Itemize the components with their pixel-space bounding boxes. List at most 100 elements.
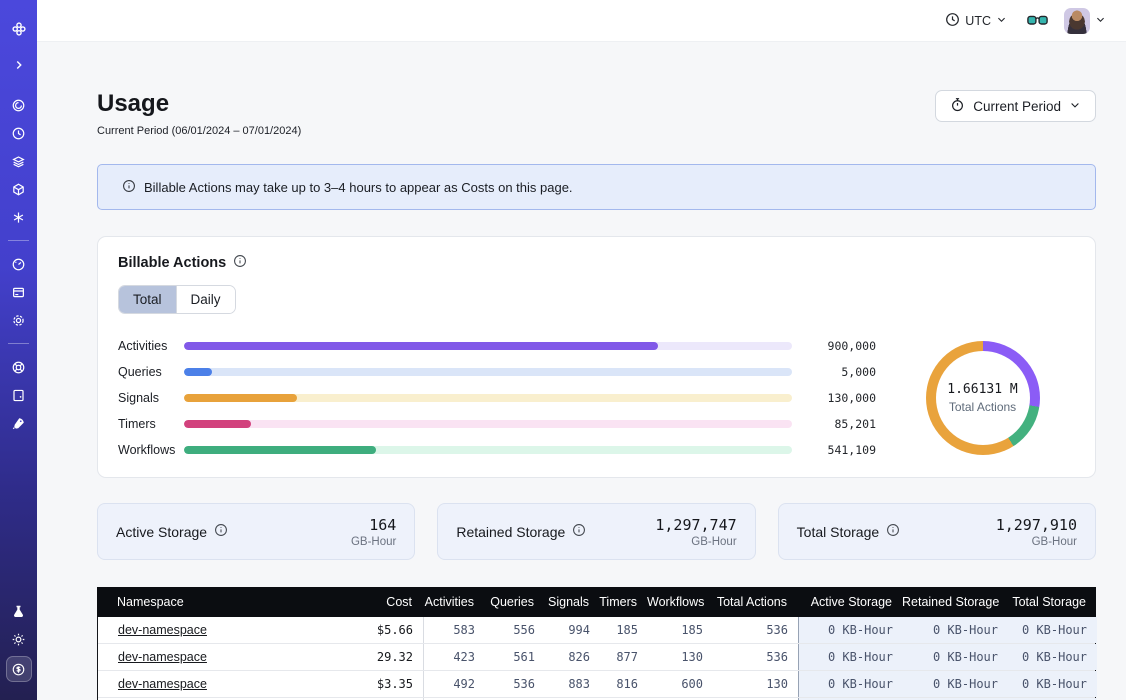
retained-storage-unit: GB-Hour [655, 536, 736, 548]
active-storage-unit: GB-Hour [351, 536, 396, 548]
bar-value: 900,000 [806, 339, 876, 353]
sidebar [0, 0, 37, 700]
table-header: Namespace Cost Activities Queries Signal… [97, 587, 1096, 617]
chevron-down-icon [996, 14, 1007, 28]
retained-storage-card: Retained Storage 1,297,747 GB-Hour [437, 503, 755, 560]
signals-cell: 826 [545, 644, 600, 670]
col-workflows: Workflows [647, 595, 712, 609]
tab-total[interactable]: Total [119, 286, 176, 313]
active-storage-cell: 0 KB-Hour [798, 671, 903, 697]
chevron-down-icon [1069, 99, 1081, 114]
active-storage-value: 164 [351, 516, 396, 534]
page-title: Usage [97, 90, 301, 118]
getting-started-icon[interactable] [8, 412, 30, 434]
info-icon[interactable] [886, 523, 900, 540]
timers-bar [184, 420, 792, 428]
nexus-icon[interactable] [8, 206, 30, 228]
retained-storage-cell: 0 KB-Hour [903, 617, 1008, 643]
retained-storage-label: Retained Storage [456, 524, 565, 540]
total-storage-label: Total Storage [797, 524, 880, 540]
avatar [1064, 8, 1090, 34]
active-storage-card: Active Storage 164 GB-Hour [97, 503, 415, 560]
bar-value: 85,201 [806, 417, 876, 431]
col-total-storage: Total Storage [1007, 595, 1096, 609]
timers-cell: 816 [600, 671, 648, 697]
table-row: dev-namespace $5.66 583 556 994 185 185 … [98, 617, 1095, 644]
namespace-usage-table: Namespace Cost Activities Queries Signal… [97, 587, 1096, 700]
bar-row-activities: Activities 900,000 [118, 333, 876, 359]
namespace-link[interactable]: dev-namespace [118, 623, 207, 637]
total-storage-unit: GB-Hour [996, 536, 1077, 548]
info-icon[interactable] [572, 523, 586, 540]
currency-icon[interactable] [6, 656, 32, 682]
namespace-link[interactable]: dev-namespace [118, 650, 207, 664]
total-actions-cell: 130 [713, 671, 798, 697]
workflows-cell: 185 [648, 617, 713, 643]
queries-bar [184, 368, 792, 376]
period-selector-button[interactable]: Current Period [935, 90, 1096, 122]
bar-value: 541,109 [806, 443, 876, 457]
billing-icon[interactable] [8, 281, 30, 303]
support-icon[interactable] [8, 356, 30, 378]
activities-cell: 423 [423, 644, 485, 670]
timezone-picker[interactable]: UTC [945, 12, 1007, 30]
theme-icon[interactable] [8, 628, 30, 650]
clock-icon [945, 12, 960, 30]
stack-icon[interactable] [8, 150, 30, 172]
labs-icon[interactable] [8, 600, 30, 622]
signals-cell: 883 [545, 671, 600, 697]
bar-row-workflows: Workflows 541,109 [118, 437, 876, 463]
account-menu[interactable] [1064, 8, 1106, 34]
total-actions-donut: 1.66131 M Total Actions [926, 341, 1040, 455]
retained-storage-cell: 0 KB-Hour [903, 671, 1008, 697]
col-signals: Signals [544, 595, 599, 609]
incognito-glasses-icon[interactable] [1027, 13, 1048, 28]
deployments-icon[interactable] [8, 178, 30, 200]
workflows-cell: 600 [648, 671, 713, 697]
settings-icon[interactable] [8, 309, 30, 331]
billable-actions-info-banner: Billable Actions may take up to 3–4 hour… [97, 164, 1096, 210]
info-icon[interactable] [233, 254, 247, 272]
retained-storage-cell: 0 KB-Hour [903, 644, 1008, 670]
total-actions-label: Total Actions [949, 400, 1016, 414]
bar-row-signals: Signals 130,000 [118, 385, 876, 411]
cost-cell: 29.32 [323, 644, 423, 670]
total-actions-value: 1.66131 M [947, 382, 1017, 397]
queries-cell: 561 [485, 644, 545, 670]
bar-label: Activities [118, 339, 184, 353]
billable-actions-title: Billable Actions [118, 255, 226, 271]
signals-bar [184, 394, 792, 402]
signals-cell: 994 [545, 617, 600, 643]
billable-actions-bar-chart: Activities 900,000 Queries 5,000 Signals… [118, 333, 890, 463]
bar-label: Workflows [118, 443, 184, 457]
timers-cell: 877 [600, 644, 648, 670]
period-subtitle: Current Period (06/01/2024 – 07/01/2024) [97, 125, 301, 137]
table-row: dev-namespace $3.35 492 536 883 816 600 … [98, 671, 1095, 698]
col-retained-storage: Retained Storage [902, 595, 1007, 609]
tab-daily[interactable]: Daily [176, 286, 235, 313]
total-actions-cell: 536 [713, 617, 798, 643]
info-icon[interactable] [214, 523, 228, 540]
col-cost: Cost [322, 595, 422, 609]
period-selector-label: Current Period [973, 99, 1061, 114]
col-activities: Activities [422, 595, 484, 609]
col-timers: Timers [599, 595, 647, 609]
main-content: Usage Current Period (06/01/2024 – 07/01… [37, 42, 1126, 700]
usage-icon[interactable] [8, 253, 30, 275]
total-storage-cell: 0 KB-Hour [1008, 671, 1097, 697]
bar-row-queries: Queries 5,000 [118, 359, 876, 385]
banner-text: Billable Actions may take up to 3–4 hour… [144, 180, 573, 195]
col-active-storage: Active Storage [797, 595, 902, 609]
col-total-actions: Total Actions [712, 595, 797, 609]
collapse-sidebar-icon[interactable] [8, 54, 30, 76]
history-icon[interactable] [8, 122, 30, 144]
stopwatch-icon [950, 97, 965, 115]
temporal-logo-icon[interactable] [8, 18, 30, 40]
namespace-link[interactable]: dev-namespace [118, 677, 207, 691]
activities-cell: 492 [423, 671, 485, 697]
queries-cell: 536 [485, 671, 545, 697]
namespaces-icon[interactable] [8, 94, 30, 116]
total-actions-cell: 536 [713, 644, 798, 670]
docs-icon[interactable] [8, 384, 30, 406]
col-queries: Queries [484, 595, 544, 609]
